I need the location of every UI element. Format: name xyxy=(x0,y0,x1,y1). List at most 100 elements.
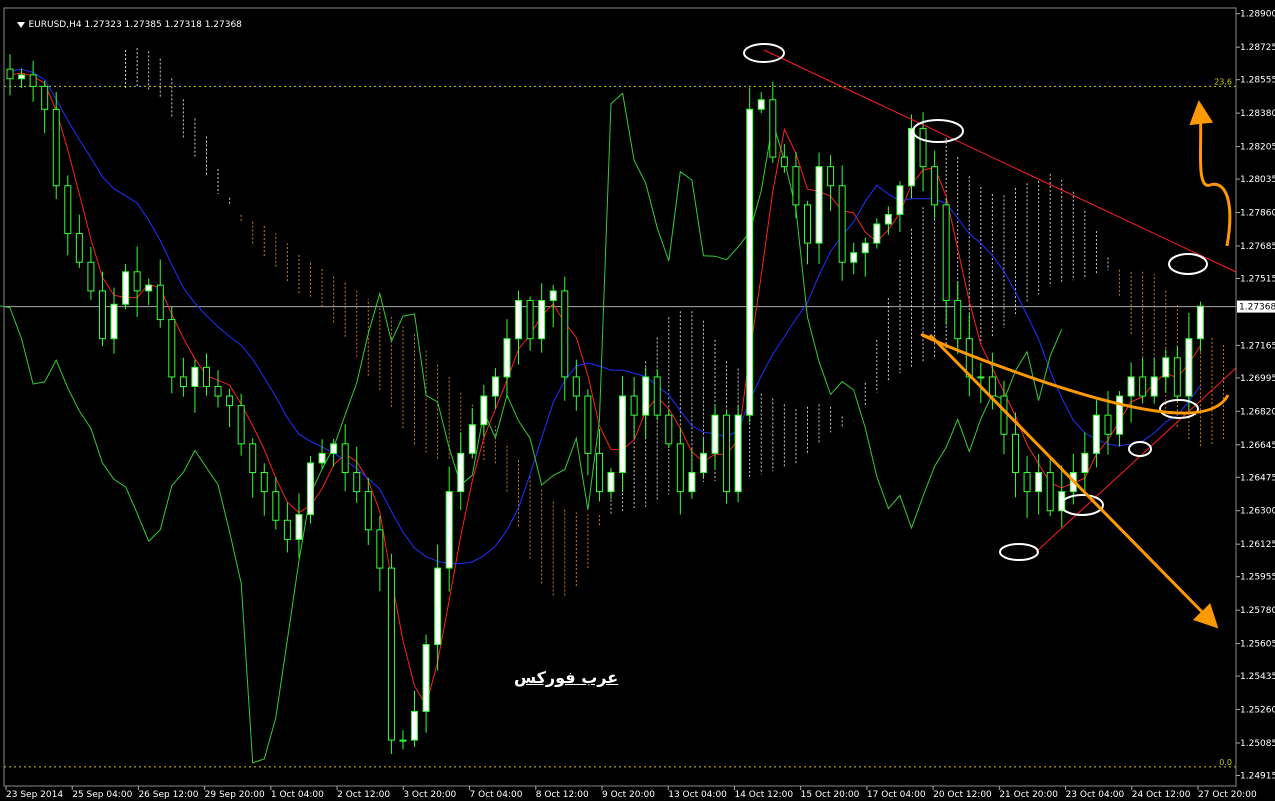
fib-level-label: 23.6 xyxy=(1214,77,1232,86)
candle-body xyxy=(780,156,788,168)
y-tick-label: 1.27165 xyxy=(1240,341,1275,351)
candle-body xyxy=(52,108,60,187)
candles xyxy=(6,54,1204,755)
candle-body xyxy=(630,395,638,416)
candle-body xyxy=(734,414,742,493)
candle-body xyxy=(214,385,222,397)
x-tick-label: 7 Oct 04:00 xyxy=(470,790,523,800)
y-tick-label: 1.28555 xyxy=(1240,76,1275,86)
candle-body xyxy=(295,514,303,540)
y-tick-label: 1.28900 xyxy=(1240,10,1275,20)
candle-body xyxy=(977,376,985,379)
candle-body xyxy=(1092,414,1100,454)
symbol-label: EURUSD,H4 xyxy=(28,20,82,30)
x-tick-label: 14 Oct 12:00 xyxy=(734,790,793,800)
y-tick-label: 1.24915 xyxy=(1240,771,1275,781)
y-tick-label: 1.26995 xyxy=(1240,374,1275,384)
candle-body xyxy=(237,405,245,445)
candle-body xyxy=(1162,357,1170,378)
y-tick-label: 1.25435 xyxy=(1240,672,1275,682)
x-tick-label: 17 Oct 04:00 xyxy=(867,790,926,800)
candle-body xyxy=(1023,472,1031,493)
candle-body xyxy=(387,567,395,741)
candle-body xyxy=(676,443,684,493)
x-tick-label: 8 Oct 12:00 xyxy=(536,790,589,800)
candle-body xyxy=(1081,452,1089,474)
candle-body xyxy=(1104,414,1112,435)
candle-body xyxy=(954,299,962,340)
candle-body xyxy=(260,472,268,493)
candle-body xyxy=(122,271,130,305)
candle-body xyxy=(549,290,557,301)
candle-body xyxy=(75,233,83,263)
swing-point-marker xyxy=(1159,399,1199,419)
ichimoku-cloud xyxy=(125,48,1225,596)
chart-header: EURUSD,H4 1.27323 1.27385 1.27318 1.2736… xyxy=(6,10,242,40)
candle-body xyxy=(364,491,372,531)
candle-body xyxy=(491,376,499,397)
candle-body xyxy=(503,338,511,378)
x-tick-label: 9 Oct 20:00 xyxy=(602,790,655,800)
candle-body xyxy=(572,376,580,397)
candle-body xyxy=(1116,395,1124,435)
candle-body xyxy=(133,271,141,292)
kijun-line xyxy=(9,68,1201,565)
candle-body xyxy=(1185,338,1193,397)
y-tick-label: 1.28380 xyxy=(1240,109,1275,119)
support-trendline xyxy=(1035,367,1237,553)
y-tick-label: 1.27515 xyxy=(1240,274,1275,284)
candle-body xyxy=(1173,357,1181,397)
candle-body xyxy=(307,462,314,516)
candle-body xyxy=(838,185,846,263)
candle-body xyxy=(399,739,407,742)
y-tick-label: 1.27860 xyxy=(1240,209,1275,219)
ohlc-readout: 1.27323 1.27385 1.27318 1.27368 xyxy=(84,20,242,30)
candle-body xyxy=(803,204,811,244)
tenkan-line xyxy=(9,72,1201,707)
x-tick-label: 23 Sep 2014 xyxy=(6,790,63,800)
candle-body xyxy=(434,567,442,646)
candle-body xyxy=(884,213,892,225)
y-tick-label: 1.26475 xyxy=(1240,473,1275,483)
candle-body xyxy=(202,366,210,387)
fib-level-label: 0.0 xyxy=(1219,758,1232,767)
annotations xyxy=(743,43,1237,629)
current-price-label: 1.27368 xyxy=(1239,303,1275,313)
x-tick-label: 13 Oct 04:00 xyxy=(668,790,727,800)
candle-body xyxy=(746,108,754,416)
x-tick-label: 1 Oct 04:00 xyxy=(271,790,324,800)
candle-body xyxy=(988,376,996,397)
y-tick-label: 1.26300 xyxy=(1240,507,1275,517)
collapse-triangle-icon[interactable] xyxy=(17,21,26,28)
x-tick-label: 25 Sep 04:00 xyxy=(72,790,132,800)
candle-body xyxy=(29,74,37,87)
y-tick-label: 1.26645 xyxy=(1240,441,1275,451)
candle-body xyxy=(191,366,199,387)
candle-body xyxy=(168,319,176,378)
x-tick-label: 24 Oct 12:00 xyxy=(1132,790,1191,800)
candle-body xyxy=(515,299,523,340)
candle-body xyxy=(283,519,291,540)
candle-body xyxy=(792,166,800,206)
ichimoku-chart[interactable]: 23.6 0.0 1.28900 1.28725 1.28555 1.28380 1.28… xyxy=(0,0,1275,801)
candle-body xyxy=(769,99,777,158)
candle-body xyxy=(619,395,627,474)
y-tick-label: 1.25605 xyxy=(1240,640,1275,650)
candle-body xyxy=(1046,472,1054,512)
chikou-line xyxy=(0,92,1063,764)
candle-body xyxy=(561,290,569,378)
y-tick-label: 1.26820 xyxy=(1240,407,1275,417)
candle-body xyxy=(942,204,950,301)
candle-body xyxy=(607,472,615,493)
candle-body xyxy=(919,127,927,168)
candle-body xyxy=(827,166,835,187)
y-tick-label: 1.25085 xyxy=(1240,739,1275,749)
y-tick-label: 1.27685 xyxy=(1240,242,1275,252)
candle-body xyxy=(1196,305,1204,340)
candle-body xyxy=(145,284,153,292)
candle-body xyxy=(1035,472,1043,493)
candle-body xyxy=(1127,376,1135,397)
candle-body xyxy=(376,529,384,569)
x-tick-label: 15 Oct 20:00 xyxy=(801,790,860,800)
candle-body xyxy=(341,443,349,474)
